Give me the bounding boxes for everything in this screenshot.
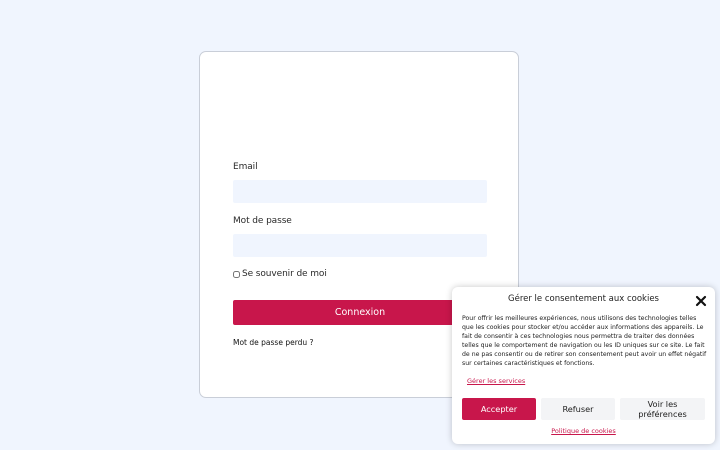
lost-password-link[interactable]: Mot de passe perdu ? [233, 338, 314, 347]
remember-me-label: Se souvenir de moi [242, 269, 327, 279]
remember-me-checkbox[interactable] [233, 270, 240, 278]
password-field[interactable] [233, 234, 487, 257]
cookie-title: Gérer le consentement aux cookies [508, 294, 659, 304]
close-icon[interactable] [695, 292, 707, 307]
manage-services-link[interactable]: Gérer les services [467, 377, 525, 385]
cookie-description: Pour offrir les meilleures expériences, … [462, 315, 707, 367]
password-label: Mot de passe [233, 216, 292, 226]
email-field[interactable] [233, 180, 487, 203]
login-button[interactable]: Connexion [233, 300, 487, 325]
refuse-button[interactable]: Refuser [541, 398, 615, 420]
remember-me-row[interactable]: Se souvenir de moi [233, 269, 327, 279]
cookie-consent-panel: Gérer le consentement aux cookies Pour o… [452, 287, 715, 444]
accept-button[interactable]: Accepter [462, 398, 536, 420]
email-label: Email [233, 162, 258, 172]
cookie-policy-link[interactable]: Politique de cookies [452, 427, 715, 435]
view-preferences-button[interactable]: Voir les préférences [620, 398, 705, 420]
